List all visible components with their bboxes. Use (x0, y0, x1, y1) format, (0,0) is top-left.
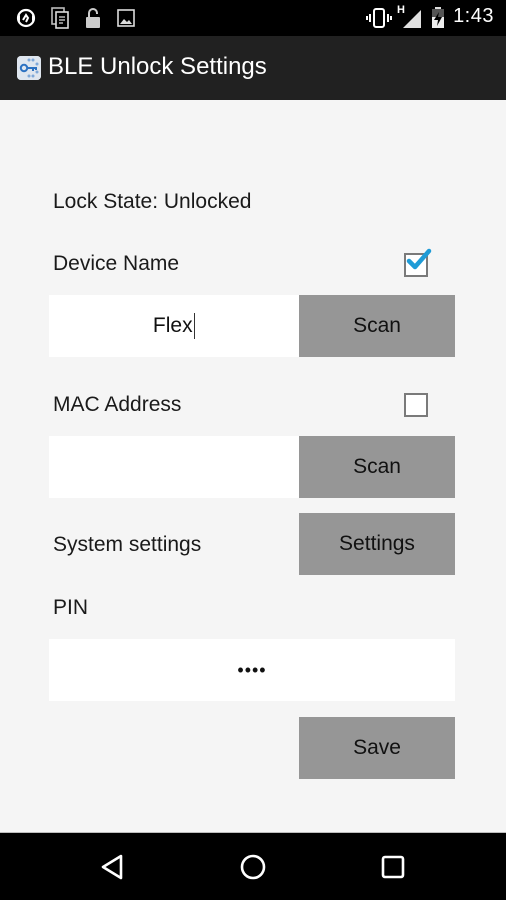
device-name-label: Device Name (53, 252, 180, 275)
text-cursor (193, 313, 196, 339)
sync-icon (14, 6, 38, 30)
mac-address-scan-button[interactable]: Scan (299, 436, 455, 498)
ble-app-icon (17, 56, 41, 80)
navigation-bar (0, 832, 506, 900)
system-settings-label: System settings (53, 533, 202, 556)
home-icon[interactable] (237, 851, 269, 883)
pin-input[interactable]: •••• (49, 639, 455, 701)
mac-address-checkbox[interactable] (404, 393, 428, 417)
lock-state-text: Lock State: Unlocked (53, 190, 252, 213)
clock: 1:43 (453, 5, 494, 27)
settings-form: Lock State: Unlocked Device Name Flex Sc… (0, 100, 506, 832)
checkmark-icon (406, 248, 432, 270)
device-name-scan-button[interactable]: Scan (299, 295, 455, 357)
clipboard-icon (50, 6, 70, 30)
mac-address-label: MAC Address (53, 393, 182, 416)
recents-icon[interactable] (377, 851, 409, 883)
save-button[interactable]: Save (299, 717, 455, 779)
action-bar: BLE Unlock Settings (0, 36, 506, 100)
unlocked-lock-icon (84, 6, 102, 30)
battery-charging-icon (430, 6, 446, 30)
back-icon[interactable] (97, 851, 129, 883)
system-settings-button[interactable]: Settings (299, 513, 455, 575)
device-name-checkbox[interactable] (404, 248, 432, 277)
signal-h-icon: H (397, 4, 423, 30)
status-bar: H 1:43 (0, 0, 506, 36)
mac-address-input[interactable] (49, 436, 299, 498)
vibrate-icon (366, 6, 392, 30)
image-icon (116, 6, 136, 30)
device-name-input[interactable]: Flex (49, 295, 299, 357)
pin-label: PIN (53, 596, 89, 619)
app-title: BLE Unlock Settings (48, 53, 267, 80)
